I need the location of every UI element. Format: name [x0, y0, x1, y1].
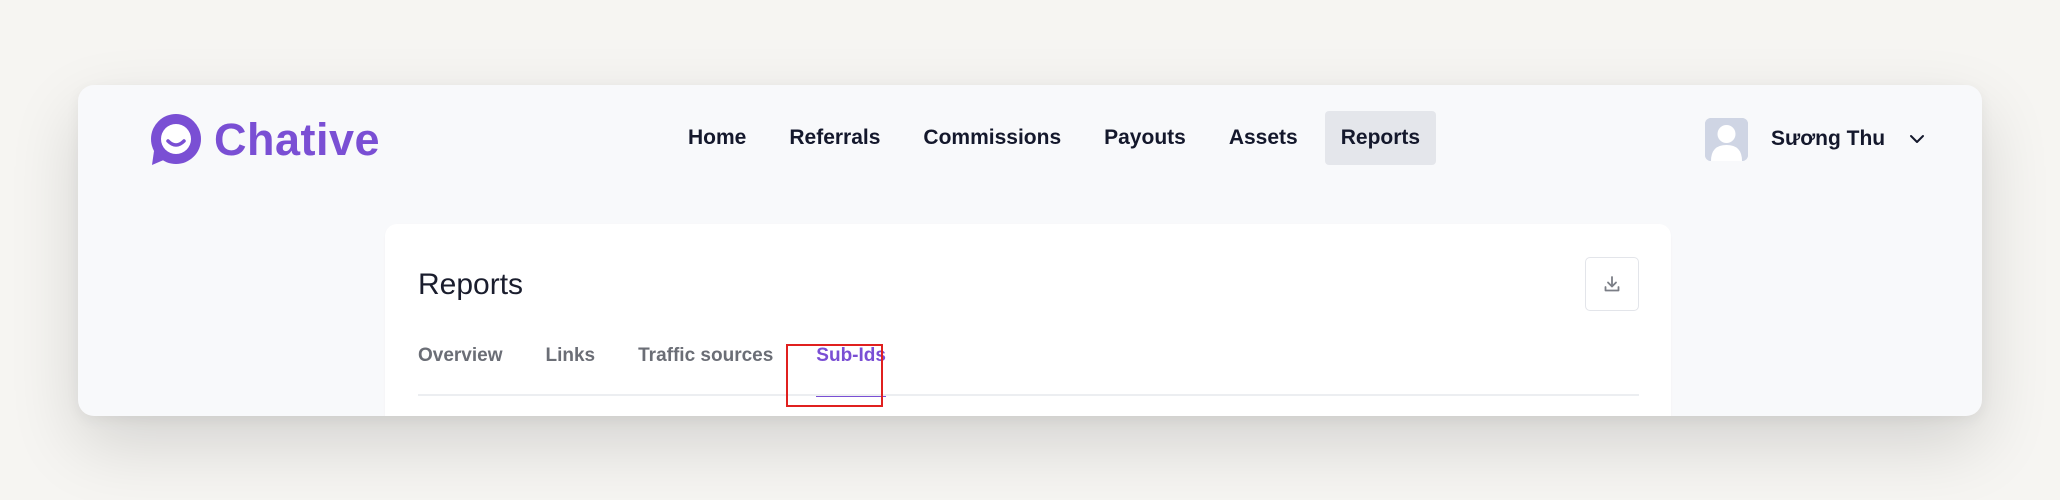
chat-bubble-smile-icon — [151, 114, 201, 165]
user-silhouette-icon — [1705, 117, 1748, 161]
tab-traffic-sources[interactable]: Traffic sources — [638, 336, 773, 376]
download-icon — [1604, 276, 1620, 292]
tab-sub-ids[interactable]: Sub-Ids — [816, 336, 886, 397]
tab-links[interactable]: Links — [546, 336, 596, 376]
reports-card: Reports Overview Links Traffic sources S… — [385, 224, 1671, 416]
logo-text: Chative — [214, 113, 381, 165]
nav-item-reports[interactable]: Reports — [1324, 111, 1437, 165]
page-title: Reports — [418, 268, 524, 301]
user-menu[interactable]: Sương Thu — [1705, 117, 1925, 161]
main-nav: Home Referrals Commissions Payouts Asset… — [672, 111, 1447, 165]
nav-item-payouts[interactable]: Payouts — [1088, 111, 1202, 165]
tabs-divider — [418, 394, 1639, 396]
user-name: Sương Thu — [1771, 127, 1886, 150]
app-window: Chative Home Referrals Commissions Payou… — [78, 85, 1982, 416]
report-tabs: Overview Links Traffic sources Sub-Ids — [418, 336, 929, 397]
nav-item-referrals[interactable]: Referrals — [773, 111, 896, 165]
download-button[interactable] — [1585, 257, 1639, 311]
avatar[interactable] — [1705, 117, 1748, 161]
nav-item-home[interactable]: Home — [672, 111, 762, 165]
tab-overview[interactable]: Overview — [418, 336, 503, 376]
chevron-down-icon[interactable] — [1909, 134, 1925, 144]
logo[interactable]: Chative — [148, 111, 380, 167]
nav-item-assets[interactable]: Assets — [1213, 111, 1314, 165]
nav-item-commissions[interactable]: Commissions — [907, 111, 1077, 165]
